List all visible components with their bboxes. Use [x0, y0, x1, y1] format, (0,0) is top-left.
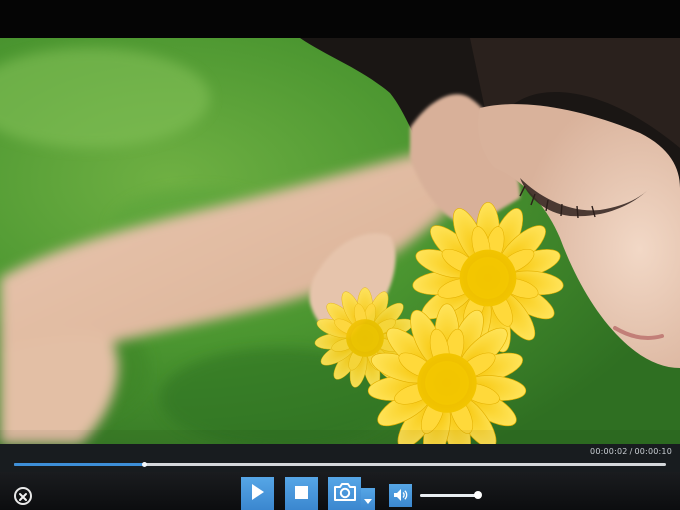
caret-down-icon [364, 490, 372, 509]
seek-panel: 00:00:02/00:00:10 [0, 444, 680, 472]
time-display: 00:00:02/00:00:10 [590, 447, 672, 456]
camera-icon [333, 482, 356, 505]
volume-button[interactable] [389, 484, 412, 507]
stop-button[interactable] [285, 477, 318, 510]
play-button[interactable] [241, 477, 274, 510]
close-icon [18, 487, 28, 506]
volume-handle[interactable] [474, 491, 482, 499]
seek-progress [14, 463, 145, 466]
play-icon [251, 483, 265, 504]
volume-slider[interactable] [420, 491, 482, 499]
control-bar [0, 472, 680, 510]
snapshot-menu-button[interactable] [361, 488, 375, 510]
speaker-icon [393, 486, 408, 505]
total-time: 00:00:10 [634, 447, 672, 456]
snapshot-button[interactable] [328, 477, 361, 510]
stop-icon [295, 484, 308, 503]
video-frame[interactable] [0, 38, 680, 444]
video-player: 00:00:02/00:00:10 [0, 0, 680, 510]
close-button[interactable] [14, 487, 32, 505]
volume-level [420, 494, 478, 497]
video-frame-image [0, 38, 680, 444]
seek-bar[interactable] [14, 462, 666, 467]
seek-handle[interactable] [142, 462, 148, 467]
current-time: 00:00:02 [590, 447, 628, 456]
